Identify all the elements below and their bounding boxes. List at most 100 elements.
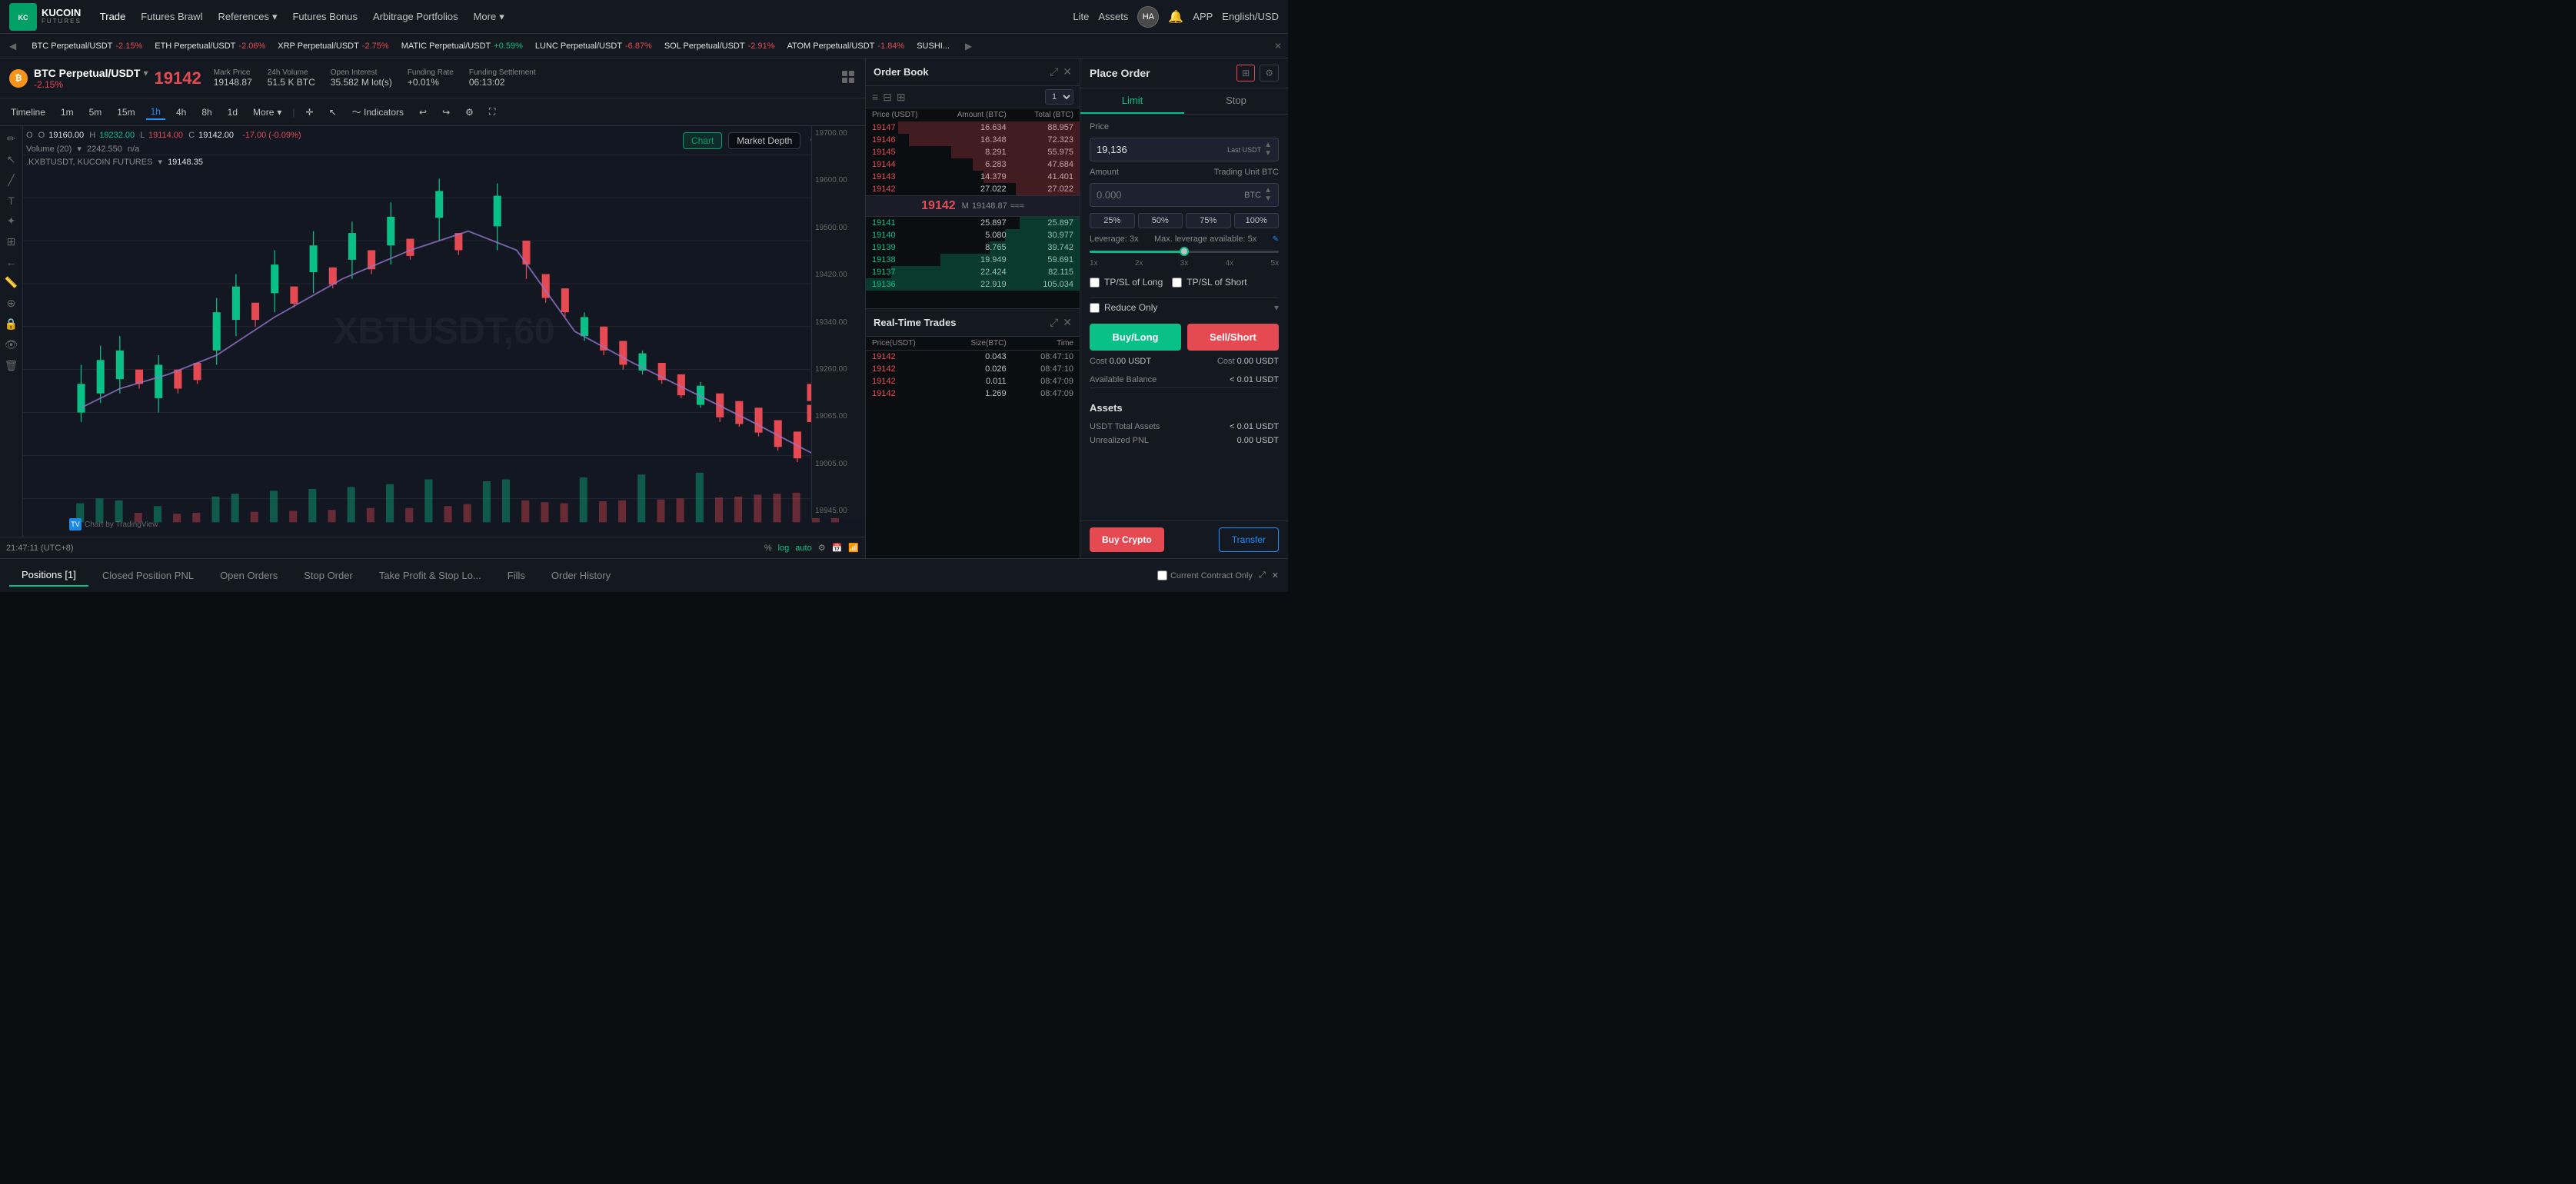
pencil-icon[interactable]: ✏ — [7, 132, 16, 145]
arrow-back-icon[interactable]: ← — [6, 256, 17, 268]
indicators-btn[interactable]: 〜 Indicators — [348, 104, 408, 120]
pct-25-btn[interactable]: 25% — [1090, 213, 1135, 228]
assets-btn[interactable]: Assets — [1098, 11, 1128, 22]
ticker-btc[interactable]: BTC Perpetual/USDT -2.15% — [32, 42, 142, 51]
ob-buy-row[interactable]: 19139 8.765 39.742 — [866, 241, 1080, 254]
chart-tb-more[interactable]: More ▾ — [248, 105, 286, 119]
trash-icon[interactable]: 🗑 — [5, 359, 18, 372]
chart-tb-4h[interactable]: 4h — [171, 105, 191, 119]
ob-buy-row[interactable]: 19140 5.080 30.977 — [866, 229, 1080, 241]
app-btn[interactable]: APP — [1193, 11, 1213, 22]
language-btn[interactable]: English/USD — [1222, 11, 1279, 22]
eye-icon[interactable]: 👁 — [5, 338, 18, 351]
ob-sell-row[interactable]: 19142 27.022 27.022 — [866, 183, 1080, 195]
settings-order-icon-btn[interactable]: ⚙ — [1260, 65, 1279, 81]
nav-futures-bonus[interactable]: Futures Bonus — [292, 11, 358, 22]
ticker-next-icon[interactable]: ▶ — [962, 41, 975, 52]
chart-tb-15m[interactable]: 15m — [112, 105, 139, 119]
ob-buy-row[interactable]: 19136 22.919 105.034 — [866, 278, 1080, 291]
nav-references[interactable]: References ▾ — [218, 11, 277, 23]
leverage-edit-icon[interactable]: ✎ — [1273, 235, 1279, 244]
tab-order-history[interactable]: Order History — [539, 565, 623, 586]
buy-crypto-button[interactable]: Buy Crypto — [1090, 527, 1164, 552]
tp-sl-long-checkbox[interactable] — [1090, 278, 1100, 288]
nav-more[interactable]: More ▾ — [474, 11, 504, 23]
tab-positions[interactable]: Positions [1] — [9, 564, 88, 587]
buy-long-button[interactable]: Buy/Long — [1090, 324, 1181, 351]
auto-btn[interactable]: auto — [795, 544, 811, 553]
ticker-prev-icon[interactable]: ◀ — [6, 41, 19, 52]
expand-bottom-icon[interactable]: ⤢ — [1259, 570, 1266, 580]
leverage-slider[interactable] — [1090, 244, 1279, 259]
tab-take-profit[interactable]: Take Profit & Stop Lo... — [367, 565, 494, 586]
ob-buy-row[interactable]: 19137 22.424 82.115 — [866, 266, 1080, 278]
transfer-button[interactable]: Transfer — [1219, 527, 1279, 552]
rtt-expand-icon[interactable]: ⤢ — [1050, 316, 1058, 329]
chart-tb-1m[interactable]: 1m — [56, 105, 78, 119]
chart-tb-8h[interactable]: 8h — [197, 105, 216, 119]
ob-sell-row[interactable]: 19145 8.291 55.975 — [866, 146, 1080, 158]
price-input[interactable] — [1097, 144, 1227, 155]
tp-sl-short-checkbox[interactable] — [1172, 278, 1182, 288]
ticker-xrp[interactable]: XRP Perpetual/USDT -2.75% — [278, 42, 388, 51]
settings-icon[interactable]: ⚙ — [461, 105, 478, 119]
ob-size-select[interactable]: 1 — [1045, 89, 1073, 105]
crosshair-icon[interactable]: ✛ — [301, 105, 318, 119]
pct-50-btn[interactable]: 50% — [1138, 213, 1183, 228]
ob-close-icon[interactable]: ✕ — [1063, 65, 1072, 78]
pattern-icon[interactable]: ✦ — [7, 215, 16, 228]
ticker-close-icon[interactable]: ✕ — [1274, 41, 1282, 52]
ob-buy-row[interactable]: 19141 25.897 25.897 — [866, 217, 1080, 229]
chart-tb-1h[interactable]: 1h — [146, 105, 165, 120]
tab-open-orders[interactable]: Open Orders — [208, 565, 290, 586]
ticker-atom[interactable]: ATOM Perpetual/USDT -1.84% — [787, 42, 904, 51]
tab-stop-order[interactable]: Stop Order — [291, 565, 365, 586]
order-type-icon-btn[interactable]: ⊞ — [1236, 65, 1255, 81]
pct-75-btn[interactable]: 75% — [1186, 213, 1231, 228]
reduce-expand-icon[interactable]: ▾ — [1274, 302, 1279, 313]
grid-layout-icon[interactable] — [840, 69, 856, 87]
wifi-icon[interactable]: 📶 — [848, 543, 859, 553]
price-increment-icon[interactable]: ▲ — [1264, 141, 1272, 149]
symbol-dropdown-icon[interactable]: ▾ — [143, 68, 148, 78]
nav-arbitrage[interactable]: Arbitrage Portfolios — [373, 11, 458, 22]
avatar[interactable]: HA — [1137, 6, 1159, 28]
ticker-sushi[interactable]: SUSHI... — [917, 42, 950, 51]
logo[interactable]: KC KUCOIN FUTURES — [9, 3, 82, 31]
ob-sell-row[interactable]: 19147 16.634 88.957 — [866, 121, 1080, 134]
bell-icon[interactable]: 🔔 — [1168, 9, 1183, 25]
chart-settings-icon[interactable]: ⚙ — [818, 543, 826, 553]
undo-icon[interactable]: ↩ — [414, 105, 431, 119]
measure-icon[interactable]: ⊞ — [7, 235, 16, 248]
cursor-icon[interactable]: ↖ — [324, 105, 341, 119]
reduce-only-checkbox[interactable] — [1090, 303, 1100, 313]
ob-sell-row[interactable]: 19143 14.379 41.401 — [866, 171, 1080, 183]
amount-decrement-icon[interactable]: ▼ — [1264, 195, 1272, 203]
nav-futures-brawl[interactable]: Futures Brawl — [141, 11, 202, 22]
pct-100-btn[interactable]: 100% — [1234, 213, 1280, 228]
line-tool-icon[interactable]: ╱ — [8, 174, 14, 187]
nav-trade[interactable]: Trade — [100, 11, 125, 22]
lite-btn[interactable]: Lite — [1073, 11, 1089, 22]
tab-stop[interactable]: Stop — [1184, 88, 1288, 114]
tab-fills[interactable]: Fills — [495, 565, 537, 586]
amount-increment-icon[interactable]: ▲ — [1264, 187, 1272, 195]
tab-limit[interactable]: Limit — [1080, 88, 1184, 114]
ticker-lunc[interactable]: LUNC Perpetual/USDT -6.87% — [535, 42, 652, 51]
ticker-eth[interactable]: ETH Perpetual/USDT -2.06% — [155, 42, 265, 51]
expand-icon[interactable]: ⛶ — [484, 105, 500, 119]
redo-icon[interactable]: ↪ — [438, 105, 454, 119]
cursor-tool-icon[interactable]: ↖ — [7, 153, 16, 166]
rtt-close-icon[interactable]: ✕ — [1063, 316, 1072, 329]
ticker-sol[interactable]: SOL Perpetual/USDT -2.91% — [664, 42, 775, 51]
ob-buy-row[interactable]: 19138 19.949 59.691 — [866, 254, 1080, 266]
symbol-name[interactable]: BTC Perpetual/USDT — [34, 67, 140, 79]
ob-layout-both-icon[interactable]: ≡ — [872, 91, 878, 103]
slider-thumb[interactable] — [1180, 247, 1189, 256]
chart-tb-timeline[interactable]: Timeline — [6, 105, 50, 119]
ruler-icon[interactable]: 📏 — [5, 276, 18, 289]
ob-layout-sell-icon[interactable]: ⊟ — [883, 91, 892, 104]
lock-icon[interactable]: 🔒 — [5, 318, 18, 331]
ob-layout-buy-icon[interactable]: ⊞ — [897, 91, 906, 104]
close-bottom-icon[interactable]: ✕ — [1272, 570, 1279, 580]
